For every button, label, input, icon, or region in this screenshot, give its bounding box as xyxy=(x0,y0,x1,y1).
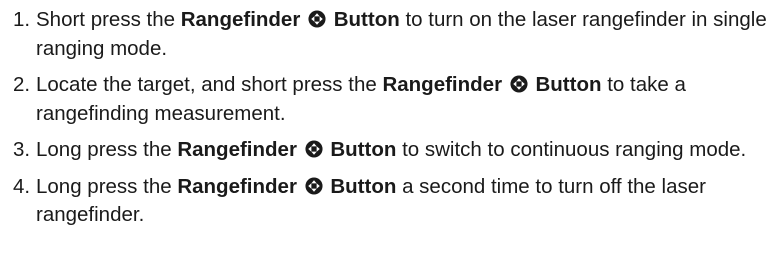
rangefinder-button-icon xyxy=(305,176,323,195)
instruction-step: 4. Long press the Rangefinder Button a s… xyxy=(13,173,768,230)
step-text: Short press the Rangefinder Button to tu… xyxy=(36,6,768,63)
step-number: 3. xyxy=(13,138,31,161)
step-text-before: Long press the xyxy=(36,138,172,161)
step-text-before: Locate the target, and short press the xyxy=(36,73,377,96)
rangefinder-label: Rangefinder xyxy=(177,138,297,161)
button-label: Button xyxy=(330,174,397,198)
rangefinder-label: Rangefinder xyxy=(382,73,503,96)
instruction-list: 1. Short press the Rangefinder Button to… xyxy=(13,6,768,230)
step-number: 4. xyxy=(13,174,31,198)
rangefinder-label: Rangefinder xyxy=(177,174,297,198)
step-number: 1. xyxy=(13,8,31,31)
instruction-step: 3. Long press the Rangefinder Button to … xyxy=(13,136,768,165)
step-text: Long press the Rangefinder Button to swi… xyxy=(36,136,768,165)
step-text-before: Long press the xyxy=(36,174,172,198)
rangefinder-label: Rangefinder xyxy=(180,8,301,31)
step-text-after: to switch to continuous ranging mode. xyxy=(402,138,747,161)
button-label: Button xyxy=(330,138,397,161)
step-text: Long press the Rangefinder Button a seco… xyxy=(36,173,768,230)
rangefinder-button-icon xyxy=(510,75,528,93)
step-number: 2. xyxy=(13,73,31,96)
instruction-step: 1. Short press the Rangefinder Button to… xyxy=(13,6,768,63)
instruction-step: 2. Locate the target, and short press th… xyxy=(13,71,768,128)
rangefinder-button-icon xyxy=(305,140,323,158)
step-text-before: Short press the xyxy=(36,8,176,31)
rangefinder-button-icon xyxy=(308,10,326,28)
step-text: Locate the target, and short press the R… xyxy=(36,71,768,128)
button-label: Button xyxy=(535,73,602,96)
button-label: Button xyxy=(333,8,400,31)
